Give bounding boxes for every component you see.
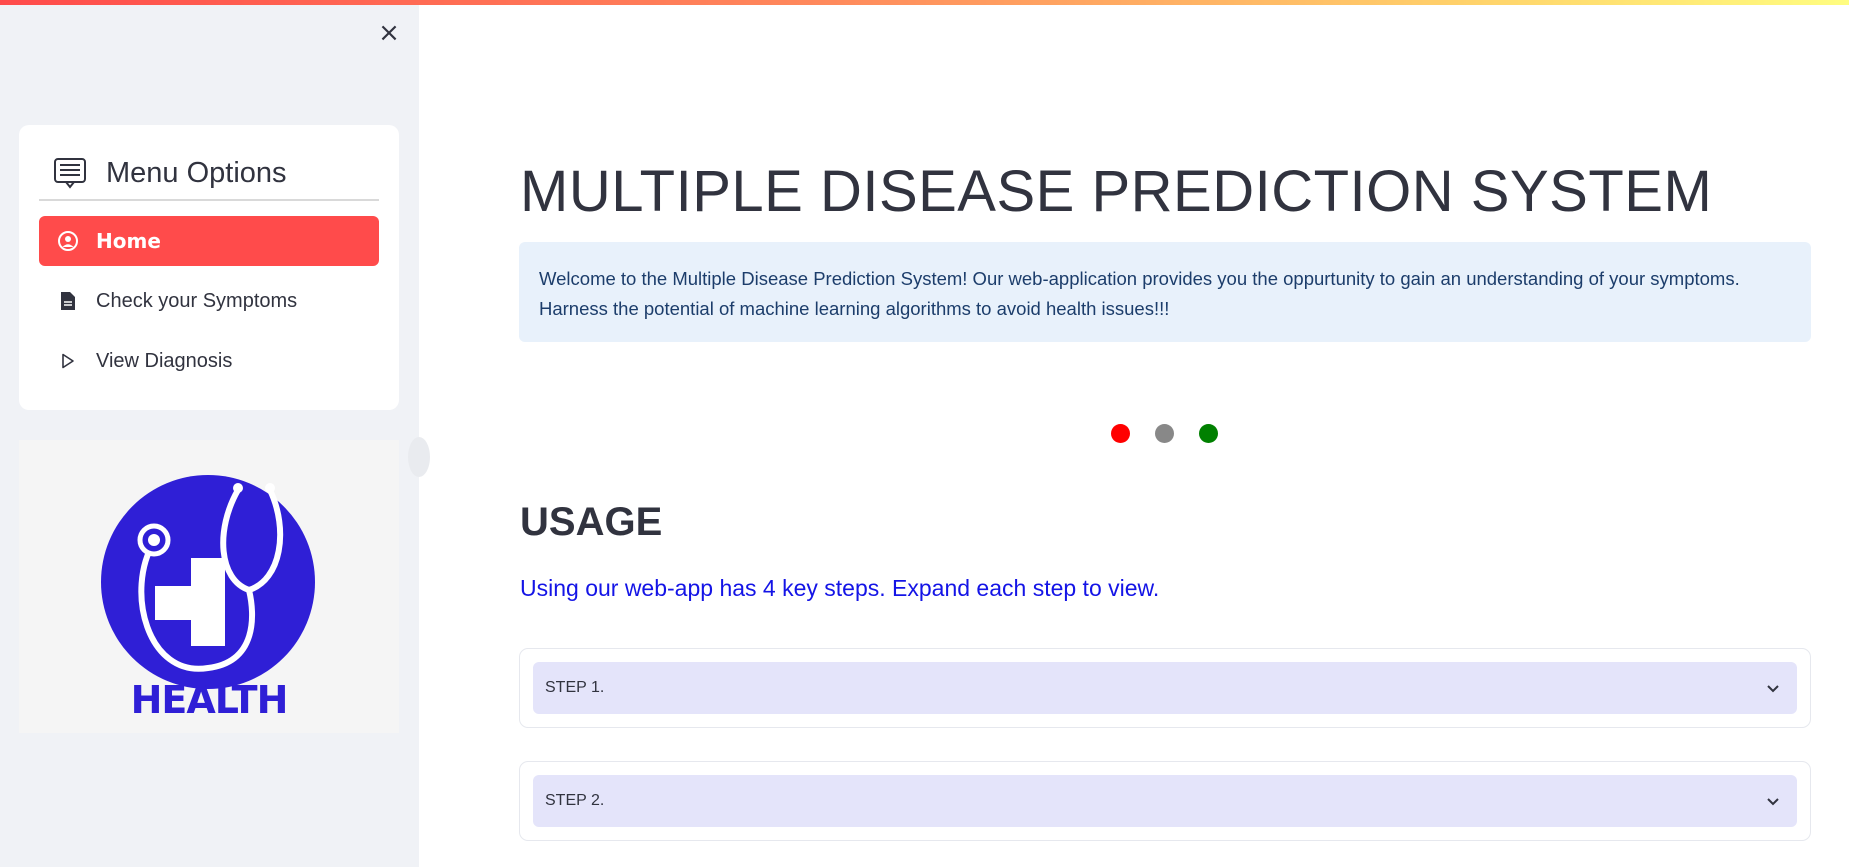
menu-item-check-symptoms[interactable]: Check your Symptoms [39,276,379,326]
menu-item-view-diagnosis[interactable]: View Diagnosis [39,336,379,386]
step-2-expander: STEP 2. [519,761,1811,841]
usage-heading: USAGE [520,500,663,544]
step-1-expander: STEP 1. [519,648,1811,728]
menu-header: Menu Options [53,151,287,195]
chevron-down-icon [1767,798,1779,806]
step-1-header[interactable]: STEP 1. [533,662,1797,714]
step-label: STEP 1. [545,679,605,696]
close-sidebar-icon[interactable]: × [376,20,402,46]
menu-item-label: Home [96,229,161,253]
document-icon [57,290,79,312]
step-label: STEP 2. [545,792,605,809]
info-text-line-1: Welcome to the Multiple Disease Predicti… [539,268,1740,289]
top-decoration-bar [0,0,1849,5]
gray-dot [1155,424,1174,443]
menu-title: Menu Options [106,156,287,189]
play-outline-icon [57,350,79,372]
menu-list-icon [54,158,86,189]
menu-item-home[interactable]: Home [39,216,379,266]
logo-text: HEALTH [130,678,289,722]
health-logo: HEALTH [19,440,399,733]
step-2-header[interactable]: STEP 2. [533,775,1797,827]
person-circle-icon [57,230,79,252]
menu-item-label: View Diagnosis [96,349,233,372]
main-content: MULTIPLE DISEASE PREDICTION SYSTEM Welco… [419,0,1849,867]
status-dots [1111,424,1243,443]
green-dot [1199,424,1218,443]
page-title: MULTIPLE DISEASE PREDICTION SYSTEM [520,159,1713,224]
menu-card: Menu Options Home Check your Symptoms Vi… [19,125,399,410]
info-text-line-2: Harness the potential of machine learnin… [539,298,1170,319]
sidebar: × Menu Options Home Check your Symptoms … [0,0,430,867]
chevron-down-icon [1767,685,1779,693]
red-dot [1111,424,1130,443]
info-box: Welcome to the Multiple Disease Predicti… [519,242,1811,342]
menu-item-label: Check your Symptoms [96,289,298,312]
menu-divider [39,199,379,201]
usage-subtitle: Using our web-app has 4 key steps. Expan… [520,575,1160,601]
